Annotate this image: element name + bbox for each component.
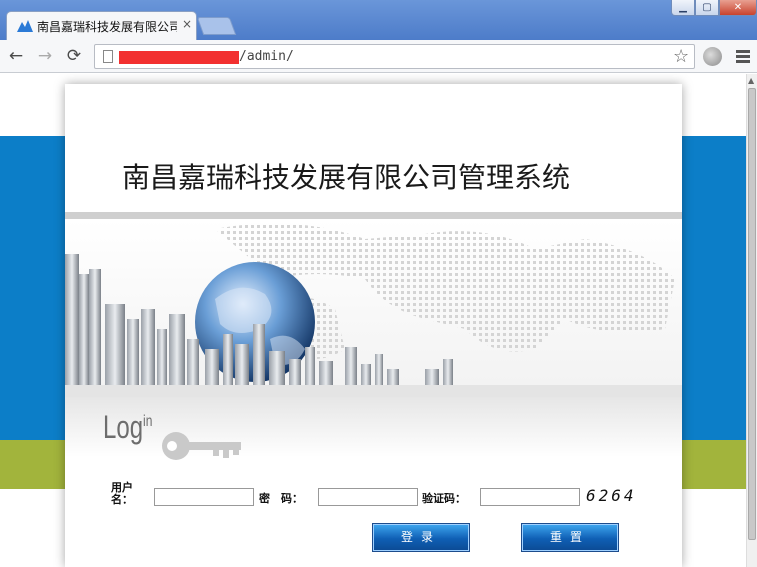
page-viewport: 南昌嘉瑞科技发展有限公司管理系统 Login 用户名： 密 码： 验证码： 62… [0, 74, 746, 567]
captcha-image[interactable]: 6264 [586, 486, 637, 505]
key-icon [162, 432, 241, 460]
tab-close-icon[interactable]: × [182, 17, 192, 31]
back-icon[interactable]: ← [5, 46, 27, 66]
login-button[interactable]: 登录 [372, 523, 470, 552]
reload-icon[interactable]: ⟳ [63, 46, 85, 66]
city-globe-banner [65, 219, 682, 397]
scroll-thumb[interactable] [748, 88, 756, 540]
new-tab-button[interactable] [196, 17, 237, 35]
menu-icon[interactable] [736, 50, 750, 65]
vertical-scrollbar[interactable]: ▲ [746, 74, 757, 567]
browser-toolbar: ← → ⟳ /admin/ ☆ [0, 40, 757, 73]
banner-illustration [65, 223, 682, 397]
address-bar[interactable]: /admin/ ☆ [94, 44, 695, 69]
login-strip [65, 397, 682, 457]
username-label: 用户名： [111, 481, 133, 506]
login-panel: 南昌嘉瑞科技发展有限公司管理系统 Login 用户名： 密 码： 验证码： 62… [65, 84, 682, 567]
captcha-input[interactable] [480, 488, 580, 506]
globe-icon[interactable] [703, 47, 722, 66]
password-label: 密 码： [259, 492, 303, 505]
page-icon [103, 50, 113, 63]
captcha-label: 验证码： [422, 492, 466, 505]
forward-icon[interactable]: → [34, 46, 56, 66]
browser-tab[interactable]: 南昌嘉瑞科技发展有限公司 × [6, 11, 197, 41]
page-favicon-icon [17, 20, 33, 32]
login-heading: Login [103, 409, 153, 445]
maximize-button[interactable]: ▢ [695, 0, 719, 16]
title-divider [65, 212, 682, 219]
tab-title: 南昌嘉瑞科技发展有限公司 [37, 20, 177, 34]
close-window-button[interactable]: ✕ [719, 0, 757, 16]
star-icon[interactable]: ☆ [673, 46, 689, 67]
password-input[interactable] [318, 488, 418, 506]
url-redaction [119, 51, 239, 64]
browser-titlebar: 南昌嘉瑞科技发展有限公司 × ▁ ▢ ✕ [0, 0, 757, 41]
url-text: /admin/ [239, 49, 294, 64]
scroll-up-arrow-icon[interactable]: ▲ [748, 76, 754, 85]
minimize-button[interactable]: ▁ [671, 0, 695, 16]
page-title: 南昌嘉瑞科技发展有限公司管理系统 [122, 161, 571, 194]
username-input[interactable] [154, 488, 254, 506]
reset-button[interactable]: 重置 [521, 523, 619, 552]
